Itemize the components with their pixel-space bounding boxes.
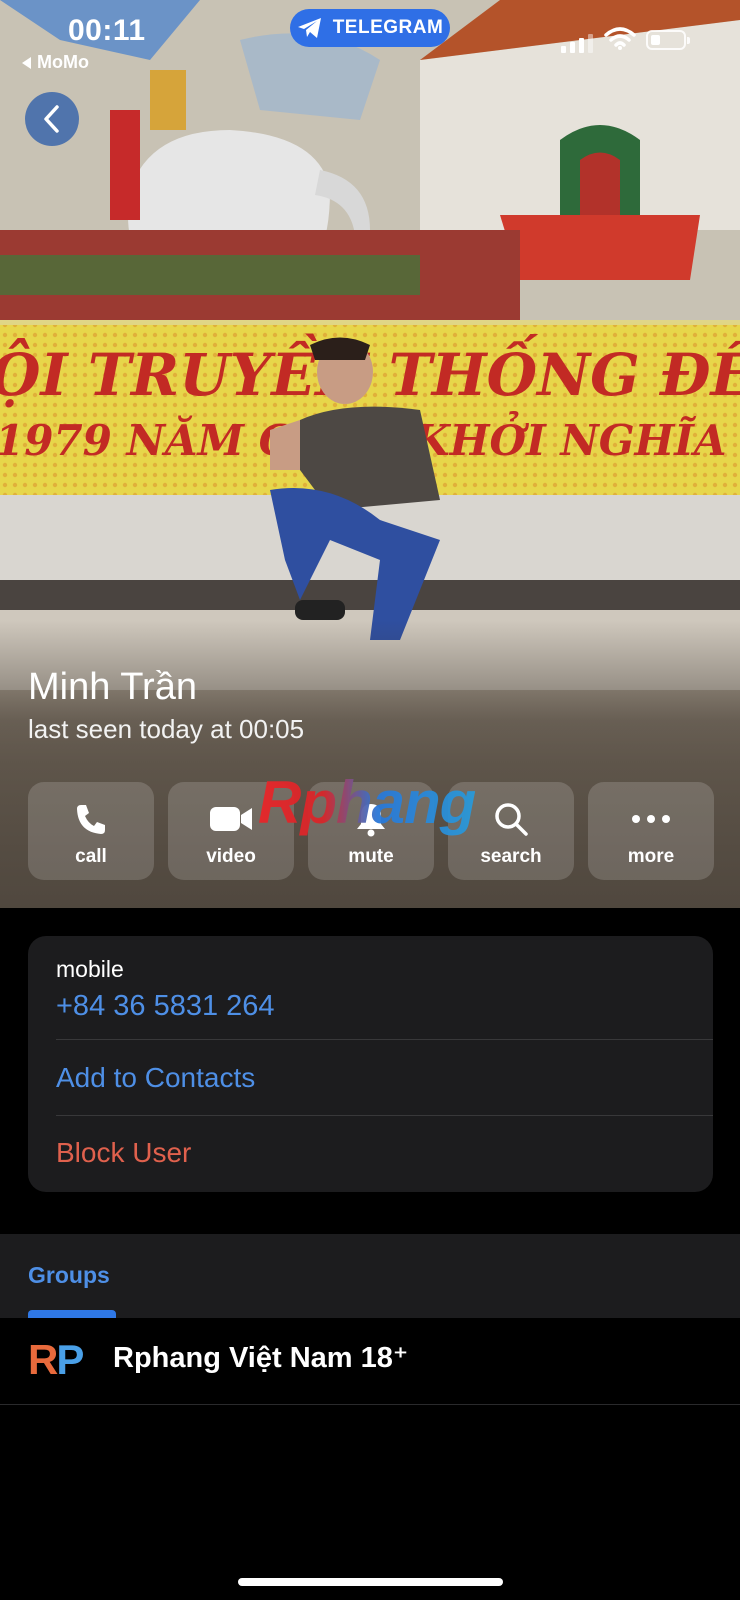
add-to-contacts-button[interactable]: Add to Contacts <box>56 1062 255 1094</box>
group-title: Rphang Việt Nam 18⁺ <box>113 1342 409 1374</box>
divider <box>56 1039 713 1040</box>
home-indicator[interactable] <box>238 1578 503 1586</box>
telegram-pill[interactable]: TELEGRAM <box>290 9 450 47</box>
status-time: 00:11 <box>68 14 146 47</box>
divider <box>56 1115 713 1116</box>
mute-label: mute <box>348 846 394 867</box>
back-triangle-icon <box>22 56 31 69</box>
battery-icon <box>646 30 690 50</box>
call-button[interactable]: call <box>28 782 154 880</box>
search-label: search <box>480 846 542 867</box>
telegram-plane-icon <box>297 18 321 38</box>
phone-number[interactable]: +84 36 5831 264 <box>56 990 275 1023</box>
profile-header: ỘI TRUYỀN THỐNG ĐỀN HÁT 1979 NĂM CUỘC KH… <box>0 0 740 908</box>
call-label: call <box>75 846 107 867</box>
profile-name: Minh Trần <box>28 666 197 708</box>
block-user-button[interactable]: Block User <box>56 1137 191 1169</box>
back-button[interactable] <box>25 92 79 146</box>
phone-icon <box>77 805 105 834</box>
video-camera-icon <box>210 807 252 831</box>
groups-tab-bar <box>0 1234 740 1318</box>
mobile-label: mobile <box>56 956 124 982</box>
telegram-pill-label: TELEGRAM <box>332 17 444 38</box>
search-icon <box>495 803 528 836</box>
signal-icon <box>561 34 593 53</box>
more-label: more <box>627 846 675 867</box>
more-button[interactable]: more <box>588 782 714 880</box>
watermark-logo: Rphang <box>258 769 476 836</box>
group-list-item[interactable]: RP Rphang Việt Nam 18⁺ <box>0 1318 740 1405</box>
last-seen-status: last seen today at 00:05 <box>28 714 305 744</box>
tab-active-indicator <box>28 1310 116 1318</box>
back-to-app-link[interactable]: MoMo <box>22 52 89 73</box>
more-dots-icon <box>632 815 670 823</box>
tab-groups[interactable]: Groups <box>28 1262 110 1289</box>
chevron-left-icon <box>44 105 59 133</box>
back-app-label: MoMo <box>37 52 89 72</box>
wifi-icon <box>604 27 636 50</box>
contact-info-card: mobile +84 36 5831 264 Add to Contacts B… <box>28 936 713 1192</box>
group-avatar: RP <box>28 1336 84 1383</box>
video-label: video <box>206 846 256 867</box>
